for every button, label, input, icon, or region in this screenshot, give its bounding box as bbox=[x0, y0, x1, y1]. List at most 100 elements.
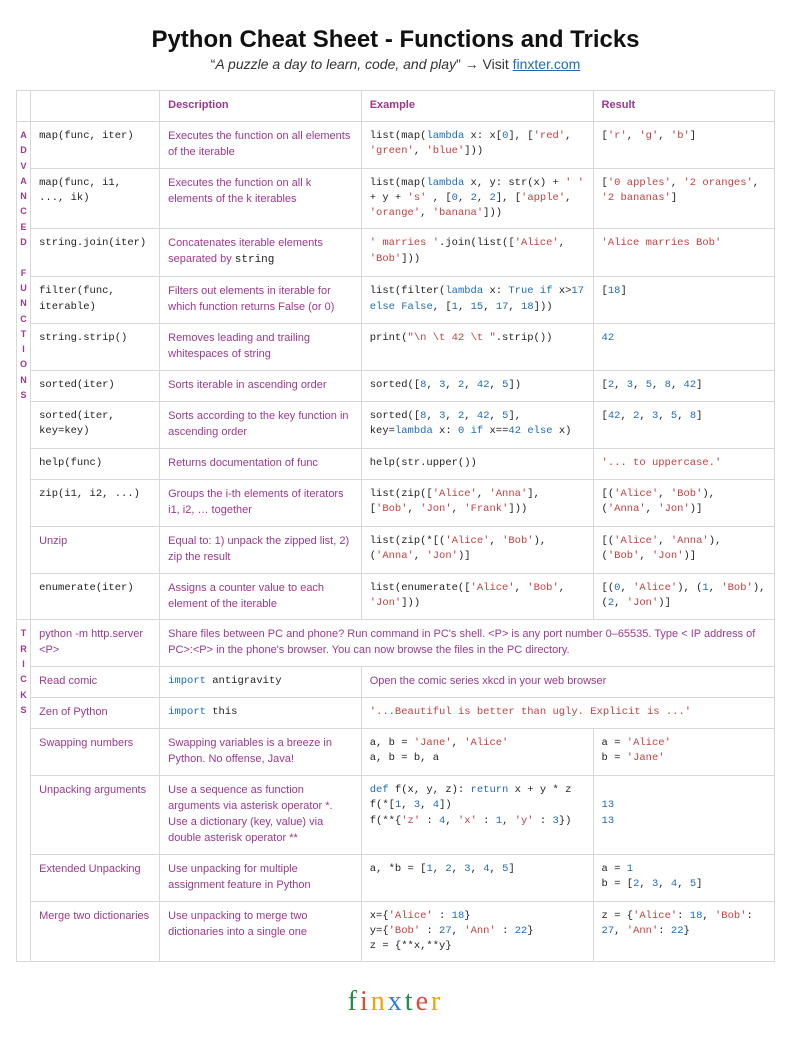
fn-example: help(str.upper()) bbox=[361, 448, 593, 479]
trick-example: a, *b = [1, 2, 3, 4, 5] bbox=[361, 854, 593, 901]
col-example: Example bbox=[361, 91, 593, 122]
fn-name: map(func, i1, ..., ik) bbox=[31, 168, 160, 229]
trick-description: Use unpacking to merge two dictionaries … bbox=[160, 901, 362, 962]
trick-name: Extended Unpacking bbox=[31, 854, 160, 901]
fn-description: Executes the function on all elements of… bbox=[160, 121, 362, 168]
table-row: map(func, i1, ..., ik)Executes the funct… bbox=[17, 168, 775, 229]
fn-description: Sorts according to the key function in a… bbox=[160, 402, 362, 449]
fn-description: Groups the i-th elements of iterators i1… bbox=[160, 479, 362, 526]
fn-result: 'Alice marries Bob' bbox=[593, 229, 774, 277]
fn-result: [('Alice', 'Bob'), ('Anna', 'Jon')] bbox=[593, 479, 774, 526]
table-row: Read comicimport antigravityOpen the com… bbox=[17, 667, 775, 698]
fn-name: map(func, iter) bbox=[31, 121, 160, 168]
col-result: Result bbox=[593, 91, 774, 122]
table-row: UnzipEqual to: 1) unpack the zipped list… bbox=[17, 526, 775, 573]
cheat-sheet-table: Description Example Result A D V A N C E… bbox=[16, 90, 775, 962]
fn-example: list(filter(lambda x: True if x>17 else … bbox=[361, 277, 593, 324]
fn-name: help(func) bbox=[31, 448, 160, 479]
fn-description: Equal to: 1) unpack the zipped list, 2) … bbox=[160, 526, 362, 573]
trick-description: Use a sequence as function arguments via… bbox=[160, 776, 362, 855]
fn-name: string.strip() bbox=[31, 324, 160, 371]
trick-name: Merge two dictionaries bbox=[31, 901, 160, 962]
fn-name: enumerate(iter) bbox=[31, 573, 160, 620]
fn-description: Sorts iterable in ascending order bbox=[160, 371, 362, 402]
section-label-tricks: T R I C K S bbox=[17, 620, 31, 962]
brand-footer: finxter bbox=[16, 986, 775, 1018]
fn-name: sorted(iter, key=key) bbox=[31, 402, 160, 449]
fn-result: [42, 2, 3, 5, 8] bbox=[593, 402, 774, 449]
col-description: Description bbox=[160, 91, 362, 122]
table-header-row: Description Example Result bbox=[17, 91, 775, 122]
fn-description: Executes the function on all k elements … bbox=[160, 168, 362, 229]
trick-name: python -m http.server <P> bbox=[31, 620, 160, 667]
fn-example: list(map(lambda x, y: str(x) + ' ' + y +… bbox=[361, 168, 593, 229]
fn-example: ' marries '.join(list(['Alice', 'Bob'])) bbox=[361, 229, 593, 277]
trick-description: Share files between PC and phone? Run co… bbox=[160, 620, 775, 667]
trick-name: Read comic bbox=[31, 667, 160, 698]
page-subtitle: “A puzzle a day to learn, code, and play… bbox=[16, 56, 775, 72]
fn-example: sorted([8, 3, 2, 42, 5], key=lambda x: 0… bbox=[361, 402, 593, 449]
fn-result: 42 bbox=[593, 324, 774, 371]
fn-result: [18] bbox=[593, 277, 774, 324]
trick-description: Swapping variables is a breeze in Python… bbox=[160, 729, 362, 776]
fn-example: list(zip(['Alice', 'Anna'], ['Bob', 'Jon… bbox=[361, 479, 593, 526]
trick-result: a = 1b = [2, 3, 4, 5] bbox=[593, 854, 774, 901]
table-row: help(func)Returns documentation of funch… bbox=[17, 448, 775, 479]
table-row: Extended UnpackingUse unpacking for mult… bbox=[17, 854, 775, 901]
fn-name: Unzip bbox=[31, 526, 160, 573]
fn-example: print("\n \t 42 \t ".strip()) bbox=[361, 324, 593, 371]
visit-label: Visit bbox=[483, 56, 509, 72]
fn-result: [(0, 'Alice'), (1, 'Bob'), (2, 'Jon')] bbox=[593, 573, 774, 620]
fn-example: sorted([8, 3, 2, 42, 5]) bbox=[361, 371, 593, 402]
fn-example: list(enumerate(['Alice', 'Bob', 'Jon'])) bbox=[361, 573, 593, 620]
table-row: Unpacking argumentsUse a sequence as fun… bbox=[17, 776, 775, 855]
trick-name: Zen of Python bbox=[31, 698, 160, 729]
fn-description: Returns documentation of func bbox=[160, 448, 362, 479]
table-row: T R I C K Spython -m http.server <P>Shar… bbox=[17, 620, 775, 667]
table-row: Zen of Pythonimport this'...Beautiful is… bbox=[17, 698, 775, 729]
page-title: Python Cheat Sheet - Functions and Trick… bbox=[16, 26, 775, 54]
trick-result: z = {'Alice': 18, 'Bob': 27, 'Ann': 22} bbox=[593, 901, 774, 962]
fn-result: ['0 apples', '2 oranges', '2 bananas'] bbox=[593, 168, 774, 229]
fn-description: Assigns a counter value to each element … bbox=[160, 573, 362, 620]
fn-description: Removes leading and trailing whitespaces… bbox=[160, 324, 362, 371]
table-row: zip(i1, i2, ...)Groups the i-th elements… bbox=[17, 479, 775, 526]
table-row: sorted(iter)Sorts iterable in ascending … bbox=[17, 371, 775, 402]
fn-name: sorted(iter) bbox=[31, 371, 160, 402]
table-row: Swapping numbersSwapping variables is a … bbox=[17, 729, 775, 776]
table-row: string.strip()Removes leading and traili… bbox=[17, 324, 775, 371]
fn-name: zip(i1, i2, ...) bbox=[31, 479, 160, 526]
trick-result: 1313 bbox=[593, 776, 774, 855]
fn-description: Filters out elements in iterable for whi… bbox=[160, 277, 362, 324]
table-row: enumerate(iter)Assigns a counter value t… bbox=[17, 573, 775, 620]
fn-name: string.join(iter) bbox=[31, 229, 160, 277]
col-category bbox=[17, 91, 31, 122]
trick-example: def f(x, y, z): return x + y * zf(*[1, 3… bbox=[361, 776, 593, 855]
table-row: A D V A N C E D F U N C T I O N Smap(fun… bbox=[17, 121, 775, 168]
fn-result: '... to uppercase.' bbox=[593, 448, 774, 479]
fn-name: filter(func, iterable) bbox=[31, 277, 160, 324]
trick-description: import this bbox=[160, 698, 362, 729]
trick-example: a, b = 'Jane', 'Alice'a, b = b, a bbox=[361, 729, 593, 776]
fn-example: list(zip(*[('Alice', 'Bob'), ('Anna', 'J… bbox=[361, 526, 593, 573]
trick-example: x={'Alice' : 18}y={'Bob' : 27, 'Ann' : 2… bbox=[361, 901, 593, 962]
arrow-icon: → bbox=[465, 56, 479, 72]
col-name bbox=[31, 91, 160, 122]
fn-description: Concatenates iterable elements separated… bbox=[160, 229, 362, 277]
finxter-link[interactable]: finxter.com bbox=[513, 56, 581, 72]
fn-result: [2, 3, 5, 8, 42] bbox=[593, 371, 774, 402]
trick-example-result: Open the comic series xkcd in your web b… bbox=[361, 667, 774, 698]
trick-description: import antigravity bbox=[160, 667, 362, 698]
fn-result: [('Alice', 'Anna'), ('Bob', 'Jon')] bbox=[593, 526, 774, 573]
section-label-advanced-functions: A D V A N C E D F U N C T I O N S bbox=[17, 121, 31, 620]
cheat-sheet-page: Python Cheat Sheet - Functions and Trick… bbox=[0, 0, 791, 1048]
table-row: string.join(iter)Concatenates iterable e… bbox=[17, 229, 775, 277]
fn-result: ['r', 'g', 'b'] bbox=[593, 121, 774, 168]
trick-description: Use unpacking for multiple assignment fe… bbox=[160, 854, 362, 901]
table-row: filter(func, iterable)Filters out elemen… bbox=[17, 277, 775, 324]
table-row: sorted(iter, key=key)Sorts according to … bbox=[17, 402, 775, 449]
trick-name: Unpacking arguments bbox=[31, 776, 160, 855]
tagline: A puzzle a day to learn, code, and play bbox=[215, 56, 456, 72]
trick-result: a = 'Alice'b = 'Jane' bbox=[593, 729, 774, 776]
trick-example-result: '...Beautiful is better than ugly. Expli… bbox=[361, 698, 774, 729]
